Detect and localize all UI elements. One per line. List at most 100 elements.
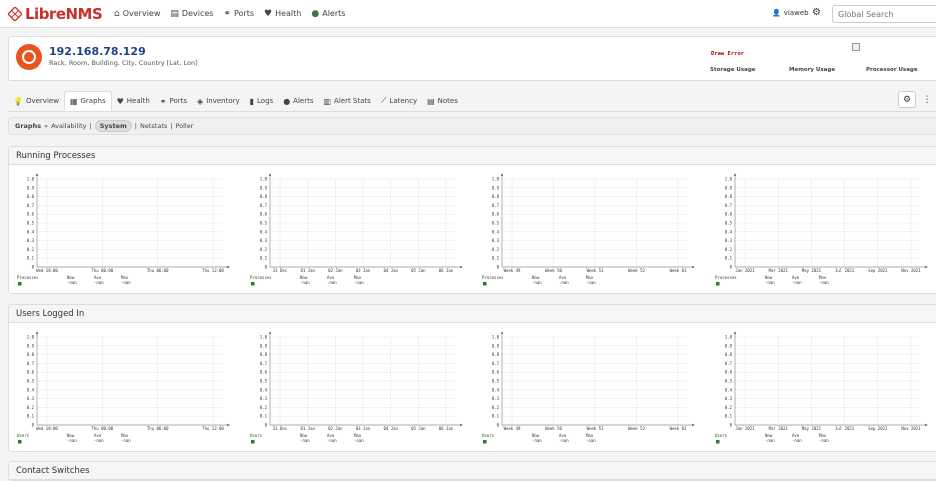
global-search-input[interactable]: [832, 5, 936, 23]
graph-users-year[interactable]: 0 0.1 0.2 0.3 0.4 0.5 0.6 0.7 0.8 0.9 1.0 Jan 2021 M…: [713, 327, 928, 447]
y-tick-label: 0.9: [27, 185, 35, 190]
x-tick-label: 01 Jan: [300, 426, 315, 431]
y-tick-label: 0.5: [27, 379, 35, 384]
legend-value: -nan: [559, 438, 569, 443]
y-tick-label: 0.7: [725, 203, 733, 208]
legend-value: -nan: [819, 280, 829, 285]
x-axis-arrow: [692, 423, 695, 427]
nav-label: Overview: [122, 9, 161, 18]
nav-ports[interactable]: ⚭ Ports: [223, 9, 254, 19]
nav-overview[interactable]: ⌂ Overview: [114, 9, 160, 19]
y-tick-label: 0.2: [260, 405, 268, 410]
x-tick-label: 31 Dec: [273, 268, 288, 273]
y-tick-label: 0.4: [492, 229, 500, 234]
y-tick-label: 0.9: [492, 343, 500, 348]
graph-processes-week[interactable]: 0 0.1 0.2 0.3 0.4 0.5 0.6 0.7 0.8 0.9 1.0 31 Dec 01 …: [248, 169, 463, 289]
y-tick-label: 1.0: [492, 335, 500, 340]
y-tick-label: 0.6: [27, 370, 35, 375]
home-icon: ⌂: [114, 8, 120, 19]
y-tick-label: 0.1: [725, 256, 733, 261]
graph-processes-month[interactable]: 0 0.1 0.2 0.3 0.4 0.5 0.6 0.7 0.8 0.9 1.0 Week 49 We…: [480, 169, 695, 289]
graph-users-day[interactable]: 0 0.1 0.2 0.3 0.4 0.5 0.6 0.7 0.8 0.9 1.0 Wed 18:00…: [15, 327, 230, 447]
ubuntu-os-icon: [16, 44, 42, 70]
librenms-logo[interactable]: LibreNMS: [8, 5, 104, 23]
y-tick-label: 0.1: [27, 414, 35, 419]
legend-value: -nan: [94, 280, 104, 285]
legend-value: -nan: [67, 438, 77, 443]
user-menu[interactable]: 👤 viaweb: [772, 9, 809, 17]
tab-notes-icon: ▤: [427, 96, 435, 106]
y-tick-label: 0.8: [725, 352, 733, 357]
settings-gear-icon[interactable]: ⚙: [812, 7, 821, 18]
chart-svg: 0 0.1 0.2 0.3 0.4 0.5 0.6 0.7 0.8 0.9 1.0 Week 49 We…: [482, 331, 695, 444]
breadcrumb-system[interactable]: System: [94, 120, 132, 132]
breadcrumb-availability[interactable]: Availability: [51, 122, 86, 130]
tab-label: Graphs: [80, 97, 106, 105]
y-tick-label: 0.6: [492, 212, 500, 217]
nav-label: Alerts: [322, 9, 346, 18]
legend-swatch: [483, 440, 487, 444]
chart-svg: 0 0.1 0.2 0.3 0.4 0.5 0.6 0.7 0.8 0.9 1.0 Jan 2021 M…: [715, 331, 928, 444]
y-tick-label: 0.8: [492, 352, 500, 357]
y-tick-label: 0.2: [260, 247, 268, 252]
y-tick-label: 0.8: [27, 352, 35, 357]
tab-inventory-icon: ◈: [197, 96, 204, 106]
nav-health[interactable]: ♥ Health: [264, 9, 301, 19]
tab-latency[interactable]: ⟋ Latency: [376, 91, 422, 111]
x-tick-label: Thu 12:00: [202, 268, 224, 273]
tab-logs[interactable]: ▮ Logs: [245, 91, 279, 111]
x-tick-label: Jul 2021: [835, 268, 855, 273]
x-tick-label: 06 Jan: [439, 268, 454, 273]
y-tick-label: 0.7: [27, 361, 35, 366]
graph-processes-year[interactable]: 0 0.1 0.2 0.3 0.4 0.5 0.6 0.7 0.8 0.9 1.0 Jan 2021 M…: [713, 169, 928, 289]
tab-health[interactable]: ♥ Health: [112, 91, 155, 111]
nav-alerts[interactable]: ● Alerts: [311, 9, 345, 19]
tab-alerts[interactable]: ● Alerts: [278, 91, 318, 111]
chart-svg: 0 0.1 0.2 0.3 0.4 0.5 0.6 0.7 0.8 0.9 1.0 Wed 18:00…: [17, 173, 230, 286]
y-tick-label: 0.2: [725, 247, 733, 252]
tab-ports-icon: ⚭: [159, 96, 167, 106]
tab-overview[interactable]: 💡 Overview: [8, 91, 64, 111]
tab-alert-stats[interactable]: ▥ Alert Stats: [318, 91, 375, 111]
legend-series-label: Processes: [17, 275, 39, 280]
y-axis-arrow: [500, 331, 504, 334]
breadcrumb-netstats[interactable]: Netstats: [140, 122, 167, 130]
x-axis-arrow: [460, 265, 463, 269]
breadcrumb-poller[interactable]: Poller: [175, 122, 193, 130]
x-tick-label: Thu 00:00: [91, 426, 113, 431]
device-hostname[interactable]: 192.168.78.129: [49, 45, 146, 58]
x-tick-label: Thu 06:00: [147, 268, 169, 273]
y-tick-label: 0.2: [27, 405, 35, 410]
x-tick-label: May 2021: [802, 268, 822, 273]
x-tick-label: 04 Jan: [383, 426, 398, 431]
legend-value: -nan: [792, 438, 802, 443]
tab-graphs[interactable]: ▦ Graphs: [63, 91, 112, 111]
y-tick-label: 0.3: [492, 396, 500, 401]
graph-processes-day[interactable]: 0 0.1 0.2 0.3 0.4 0.5 0.6 0.7 0.8 0.9 1.0 Wed 18:00…: [15, 169, 230, 289]
y-tick-label: 1.0: [27, 177, 35, 182]
more-vertical-icon[interactable]: ⋮: [918, 91, 936, 108]
nav-devices[interactable]: ▤ Devices: [170, 9, 213, 19]
tab-inventory[interactable]: ◈ Inventory: [192, 91, 245, 111]
tab-settings-gear-icon[interactable]: ⚙: [898, 91, 916, 108]
x-axis-arrow: [227, 423, 230, 427]
processor-usage-label: Processor Usage: [866, 67, 918, 73]
y-tick-label: 0: [497, 265, 500, 270]
y-tick-label: 0.1: [260, 414, 268, 419]
chart-svg: 0 0.1 0.2 0.3 0.4 0.5 0.6 0.7 0.8 0.9 1.0 31 Dec 01 …: [250, 331, 463, 444]
chart-svg: 0 0.1 0.2 0.3 0.4 0.5 0.6 0.7 0.8 0.9 1.0 Jan 2021 M…: [715, 173, 928, 286]
x-tick-label: Week 51: [587, 268, 604, 273]
y-tick-label: 0.3: [725, 396, 733, 401]
graph-users-week[interactable]: 0 0.1 0.2 0.3 0.4 0.5 0.6 0.7 0.8 0.9 1.0 31 Dec 01 …: [248, 327, 463, 447]
y-tick-label: 0.6: [27, 212, 35, 217]
graph-users-month[interactable]: 0 0.1 0.2 0.3 0.4 0.5 0.6 0.7 0.8 0.9 1.0 Week 49 We…: [480, 327, 695, 447]
y-tick-label: 0.2: [492, 247, 500, 252]
legend-value: -nan: [532, 280, 542, 285]
y-tick-label: 0.6: [260, 370, 268, 375]
tab-ports[interactable]: ⚭ Ports: [155, 91, 192, 111]
y-axis-arrow: [733, 173, 737, 176]
x-tick-label: Week 49: [504, 426, 521, 431]
y-tick-label: 0.1: [725, 414, 733, 419]
tab-notes[interactable]: ▤ Notes: [422, 91, 463, 111]
legend-value: -nan: [559, 280, 569, 285]
